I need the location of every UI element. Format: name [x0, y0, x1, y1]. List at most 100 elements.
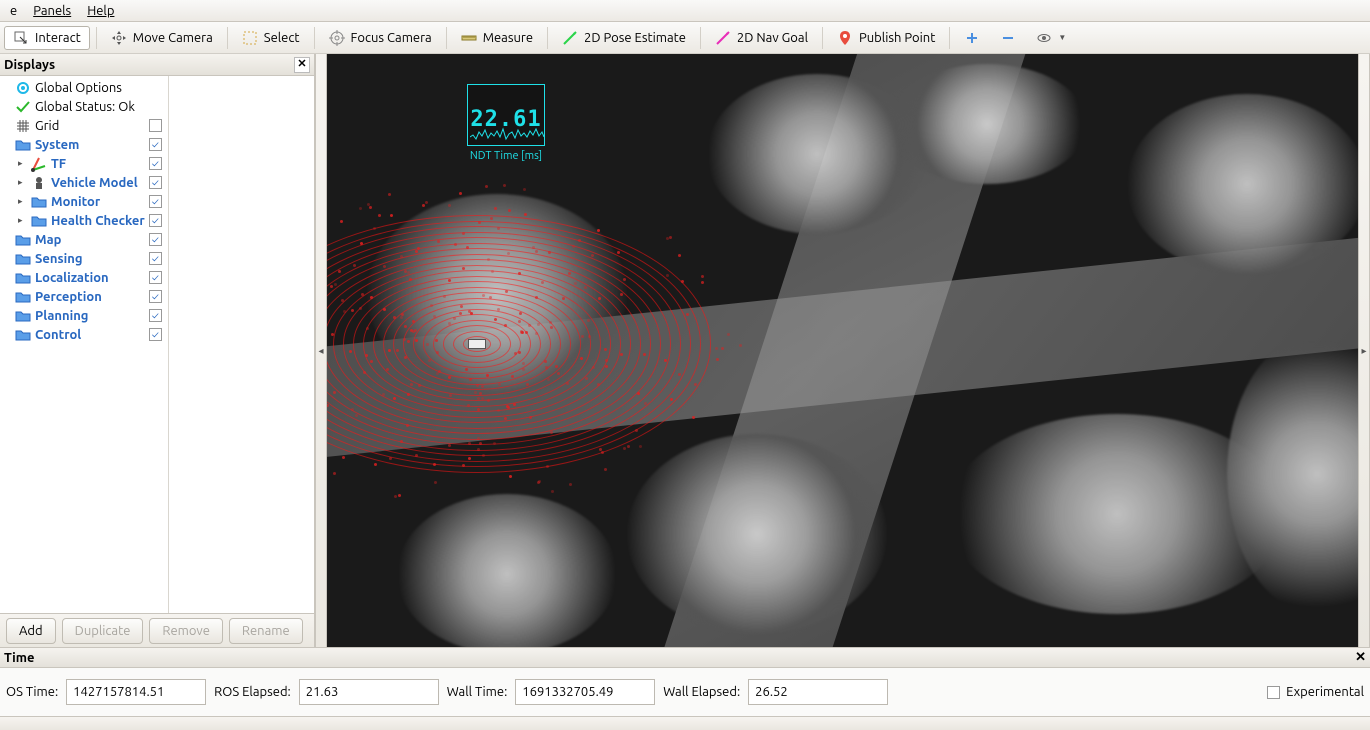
time-header: Time ✕ [0, 648, 1370, 668]
display-item-checkbox[interactable]: ✓ [149, 233, 162, 246]
display-item-checkbox[interactable]: ✓ [149, 195, 162, 208]
tool-views-dropdown[interactable]: ▼ [1028, 27, 1074, 49]
expand-toggle-icon[interactable]: ▸ [18, 177, 27, 188]
main-area: Displays ✕ Global Options Global Status: … [0, 54, 1370, 647]
tool-minus[interactable] [992, 27, 1024, 49]
toolbar-separator [314, 27, 315, 49]
menu-file[interactable]: e [2, 2, 25, 20]
duplicate-button[interactable]: Duplicate [62, 618, 144, 644]
display-item-localization[interactable]: Localization✓ [0, 268, 168, 287]
display-item-checkbox[interactable]: ✓ [149, 252, 162, 265]
minus-icon [1000, 30, 1016, 46]
display-item-planning[interactable]: Planning ✓ [0, 306, 168, 325]
add-button[interactable]: Add [6, 618, 56, 644]
3d-viewport[interactable]: 22.61 NDT Time [ms] [327, 54, 1358, 647]
display-item-health-checker[interactable]: ▸ Health Checker ✓ [0, 211, 168, 230]
rename-button[interactable]: Rename [229, 618, 303, 644]
display-item-checkbox[interactable]: ✓ [149, 271, 162, 284]
display-item-checkbox[interactable] [149, 119, 162, 132]
tool-publish-point[interactable]: Publish Point [829, 27, 943, 49]
folder-icon [15, 289, 31, 305]
display-item-tf[interactable]: ▸TF✓ [0, 154, 168, 173]
folder-icon [15, 137, 31, 153]
display-item-label: Health Checker [51, 214, 145, 228]
tool-measure[interactable]: Measure [453, 27, 541, 49]
tool-move-camera-label: Move Camera [133, 31, 213, 45]
tool-interact[interactable]: Interact [4, 26, 90, 50]
check-green-icon [15, 99, 31, 115]
display-item-control[interactable]: Control✓ [0, 325, 168, 344]
time-close-button[interactable]: ✕ [1355, 650, 1366, 665]
collapse-handle-left[interactable]: ◂ [315, 54, 327, 647]
ndt-label: NDT Time [ms] [467, 150, 545, 162]
display-item-label: Perception [35, 290, 102, 304]
tool-publish-point-label: Publish Point [859, 31, 935, 45]
experimental-checkbox[interactable] [1267, 686, 1280, 699]
display-item-checkbox[interactable]: ✓ [149, 309, 162, 322]
tool-select[interactable]: Select [234, 27, 308, 49]
folder-icon [15, 270, 31, 286]
display-item-checkbox[interactable]: ✓ [149, 138, 162, 151]
time-panel: Time ✕ OS Time: ROS Elapsed: Wall Time: … [0, 647, 1370, 716]
display-item-checkbox[interactable]: ✓ [149, 157, 162, 170]
menu-panels[interactable]: Panels [25, 2, 79, 20]
nav-goal-icon [715, 30, 731, 46]
folder-icon [31, 194, 47, 210]
displays-close-button[interactable]: ✕ [294, 57, 310, 73]
robot-icon [31, 175, 47, 191]
display-item-map[interactable]: Map ✓ [0, 230, 168, 249]
display-item-grid[interactable]: Grid [0, 116, 168, 135]
wall-elapsed-field[interactable] [748, 679, 888, 705]
displays-header: Displays ✕ [0, 54, 314, 76]
expand-toggle-icon[interactable]: ▸ [18, 158, 27, 169]
display-item-system[interactable]: System✓ [0, 135, 168, 154]
tool-measure-label: Measure [483, 31, 533, 45]
display-item-global-status-ok[interactable]: Global Status: Ok [0, 97, 168, 116]
display-item-global-options[interactable]: Global Options [0, 78, 168, 97]
folder-icon [15, 232, 31, 248]
display-item-checkbox[interactable]: ✓ [149, 176, 162, 189]
toolbar-separator [700, 27, 701, 49]
collapse-handle-right[interactable]: ▸ [1358, 54, 1370, 647]
display-item-label: Planning [35, 309, 88, 323]
experimental-label: Experimental [1286, 685, 1364, 699]
menu-help[interactable]: Help [79, 2, 122, 20]
displays-tree[interactable]: Global Options Global Status: Ok GridSyste… [0, 76, 314, 613]
display-item-vehicle-model[interactable]: ▸Vehicle Model✓ [0, 173, 168, 192]
display-item-checkbox[interactable]: ✓ [149, 214, 162, 227]
tool-plus[interactable] [956, 27, 988, 49]
display-item-checkbox[interactable]: ✓ [149, 290, 162, 303]
display-item-sensing[interactable]: Sensing✓ [0, 249, 168, 268]
display-item-label: Global Options [35, 81, 122, 95]
wall-time-field[interactable] [515, 679, 655, 705]
focus-camera-icon [329, 30, 345, 46]
display-item-perception[interactable]: Perception ✓ [0, 287, 168, 306]
display-item-monitor[interactable]: ▸ Monitor ✓ [0, 192, 168, 211]
dropdown-arrow-icon: ▼ [1058, 33, 1066, 42]
time-body: OS Time: ROS Elapsed: Wall Time: Wall El… [0, 668, 1370, 716]
ros-elapsed-field[interactable] [299, 679, 439, 705]
measure-icon [461, 30, 477, 46]
display-item-label: Monitor [51, 195, 100, 209]
tool-nav-goal-label: 2D Nav Goal [737, 31, 808, 45]
tool-interact-label: Interact [35, 31, 81, 45]
menubar: e Panels Help [0, 0, 1370, 22]
ros-time-field[interactable] [66, 679, 206, 705]
tool-pose-estimate-label: 2D Pose Estimate [584, 31, 686, 45]
wall-time-label: Wall Time: [447, 685, 508, 699]
display-item-label: Map [35, 233, 61, 247]
ndt-value: 22.61 [468, 107, 544, 132]
display-item-label: Global Status: Ok [35, 100, 135, 114]
tool-2d-pose-estimate[interactable]: 2D Pose Estimate [554, 27, 694, 49]
tool-move-camera[interactable]: Move Camera [103, 27, 221, 49]
tool-focus-camera[interactable]: Focus Camera [321, 27, 440, 49]
expand-toggle-icon[interactable]: ▸ [18, 196, 27, 207]
display-item-checkbox[interactable]: ✓ [149, 328, 162, 341]
interact-icon [13, 30, 29, 46]
remove-button[interactable]: Remove [149, 618, 223, 644]
tool-2d-nav-goal[interactable]: 2D Nav Goal [707, 27, 816, 49]
expand-toggle-icon[interactable]: ▸ [18, 215, 27, 226]
select-icon [242, 30, 258, 46]
wall-elapsed-label: Wall Elapsed: [663, 685, 740, 699]
grid-icon [15, 118, 31, 134]
